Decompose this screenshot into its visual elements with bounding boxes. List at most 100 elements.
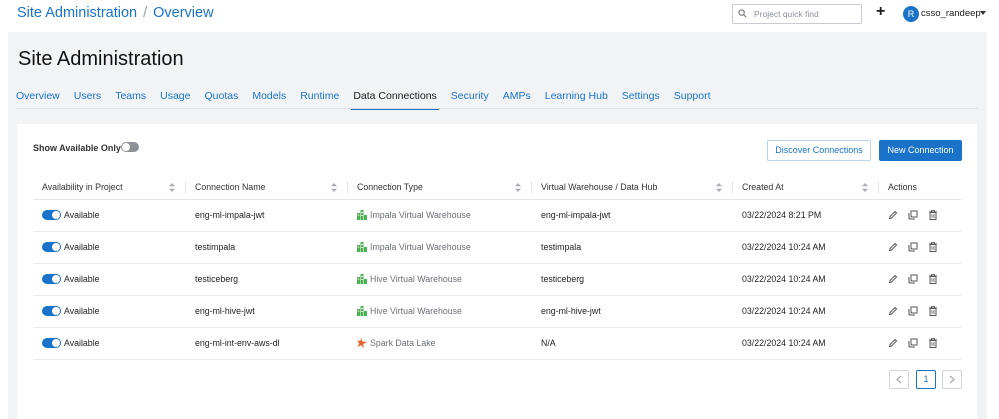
availability-toggle[interactable]	[42, 274, 61, 285]
show-available-toggle[interactable]	[121, 142, 139, 152]
toggle-knob	[52, 243, 60, 252]
availability-label: Available	[64, 209, 100, 220]
sort-icon[interactable]	[515, 183, 521, 192]
delete-icon[interactable]	[928, 242, 938, 253]
breadcrumb-overview[interactable]: Overview	[153, 5, 213, 21]
delete-icon[interactable]	[928, 338, 938, 349]
actions-cell	[879, 263, 961, 296]
connection-type-cell: Impala Virtual Warehouse	[348, 199, 532, 232]
column-header[interactable]: Connection Name	[186, 176, 348, 200]
warehouse-cell: testimpala	[532, 231, 733, 264]
actions-cell	[879, 231, 961, 264]
warehouse-icon	[357, 242, 367, 253]
column-header[interactable]: Connection Type	[348, 176, 532, 200]
tab-amps[interactable]: AMPs	[503, 86, 531, 110]
breadcrumb-site-administration[interactable]: Site Administration	[17, 5, 137, 21]
connection-name-cell: eng-ml-impala-jwt	[186, 199, 348, 232]
warehouse-cell: eng-ml-impala-jwt	[532, 199, 733, 232]
breadcrumb-separator: /	[143, 5, 148, 21]
tab-models[interactable]: Models	[252, 86, 286, 110]
tab-quotas[interactable]: Quotas	[204, 86, 238, 110]
column-header[interactable]: Created At	[733, 176, 879, 200]
warehouse-cell: testiceberg	[532, 263, 733, 296]
connection-type-cell: Hive Virtual Warehouse	[348, 295, 532, 328]
chevron-left-icon	[896, 375, 902, 384]
avatar[interactable]: R	[903, 6, 919, 22]
created-at-cell: 03/22/2024 8:21 PM	[733, 199, 879, 232]
availability-toggle[interactable]	[42, 242, 61, 253]
availability-toggle[interactable]	[42, 210, 61, 221]
edit-icon[interactable]	[888, 306, 898, 316]
column-header[interactable]: Availability in Project	[33, 176, 186, 200]
edit-icon[interactable]	[888, 274, 898, 284]
copy-icon[interactable]	[908, 338, 918, 348]
actions-cell	[879, 295, 961, 328]
edit-icon[interactable]	[888, 242, 898, 252]
delete-icon[interactable]	[928, 274, 938, 285]
availability-toggle[interactable]	[42, 338, 61, 349]
plus-icon[interactable]: +	[876, 3, 885, 21]
edit-icon[interactable]	[888, 338, 898, 348]
column-header[interactable]: Virtual Warehouse / Data Hub	[532, 176, 733, 200]
connection-type-label: Impala Virtual Warehouse	[370, 241, 471, 252]
copy-icon[interactable]	[908, 306, 918, 316]
connection-type-label: Hive Virtual Warehouse	[370, 273, 462, 284]
tab-security[interactable]: Security	[451, 86, 489, 110]
actions-cell	[879, 327, 961, 360]
copy-icon[interactable]	[908, 210, 918, 220]
tab-users[interactable]: Users	[74, 86, 101, 110]
availability-toggle[interactable]	[42, 306, 61, 317]
warehouse-icon	[357, 306, 367, 317]
discover-connections-button[interactable]: Discover Connections	[767, 140, 871, 161]
next-page-button[interactable]	[942, 370, 962, 389]
tab-settings[interactable]: Settings	[622, 86, 660, 110]
availability-cell: Available	[33, 263, 186, 296]
table-row: Available eng-ml-impala-jwt Impala Virtual…	[33, 199, 961, 232]
tab-support[interactable]: Support	[674, 86, 711, 110]
tab-divider	[16, 108, 978, 109]
copy-icon[interactable]	[908, 274, 918, 284]
warehouse-cell: N/A	[532, 327, 733, 360]
sort-icon[interactable]	[169, 183, 175, 192]
copy-icon[interactable]	[908, 242, 918, 252]
column-header-label: Virtual Warehouse / Data Hub	[541, 182, 658, 193]
connection-type-cell: Impala Virtual Warehouse	[348, 231, 532, 264]
actions-cell	[879, 199, 961, 232]
new-connection-button[interactable]: New Connection	[879, 140, 962, 161]
tab-bar: Overview Users Teams Usage Quotas Models Runti…	[16, 86, 725, 110]
availability-cell: Available	[33, 199, 186, 232]
connection-name-cell: eng-ml-hive-jwt	[186, 295, 348, 328]
connections-table: Availability in Project Connection Name Co…	[33, 176, 961, 360]
connection-type-label: Hive Virtual Warehouse	[370, 305, 462, 316]
toggle-knob	[52, 275, 60, 284]
page-number-button[interactable]: 1	[916, 370, 936, 389]
project-quick-find-input[interactable]: Project quick find	[732, 4, 862, 24]
column-header-label: Connection Name	[195, 182, 266, 193]
sort-icon[interactable]	[716, 183, 722, 192]
connection-name-cell: eng-ml-int-env-aws-dl	[186, 327, 348, 360]
availability-label: Available	[64, 241, 100, 252]
edit-icon[interactable]	[888, 210, 898, 220]
created-at-cell: 03/22/2024 10:24 AM	[733, 231, 879, 264]
created-at-cell: 03/22/2024 10:24 AM	[733, 295, 879, 328]
availability-label: Available	[64, 337, 100, 348]
sort-icon[interactable]	[862, 183, 868, 192]
sort-icon[interactable]	[331, 183, 337, 192]
table-header-row: Availability in Project Connection Name Co…	[33, 176, 961, 200]
tab-overview[interactable]: Overview	[16, 86, 60, 110]
username[interactable]: csso_randeep	[921, 8, 981, 19]
delete-icon[interactable]	[928, 210, 938, 221]
created-at-cell: 03/22/2024 10:24 AM	[733, 327, 879, 360]
page-title: Site Administration	[18, 48, 184, 70]
tab-data-connections[interactable]: Data Connections	[351, 86, 440, 110]
delete-icon[interactable]	[928, 306, 938, 317]
toggle-knob	[52, 211, 60, 220]
tab-learning-hub[interactable]: Learning Hub	[545, 86, 608, 110]
connection-type-label: Spark Data Lake	[370, 337, 436, 348]
tab-usage[interactable]: Usage	[160, 86, 190, 110]
chevron-right-icon	[949, 375, 955, 384]
tab-teams[interactable]: Teams	[115, 86, 146, 110]
chevron-down-icon[interactable]	[980, 11, 986, 15]
tab-runtime[interactable]: Runtime	[300, 86, 339, 110]
prev-page-button[interactable]	[889, 370, 909, 389]
